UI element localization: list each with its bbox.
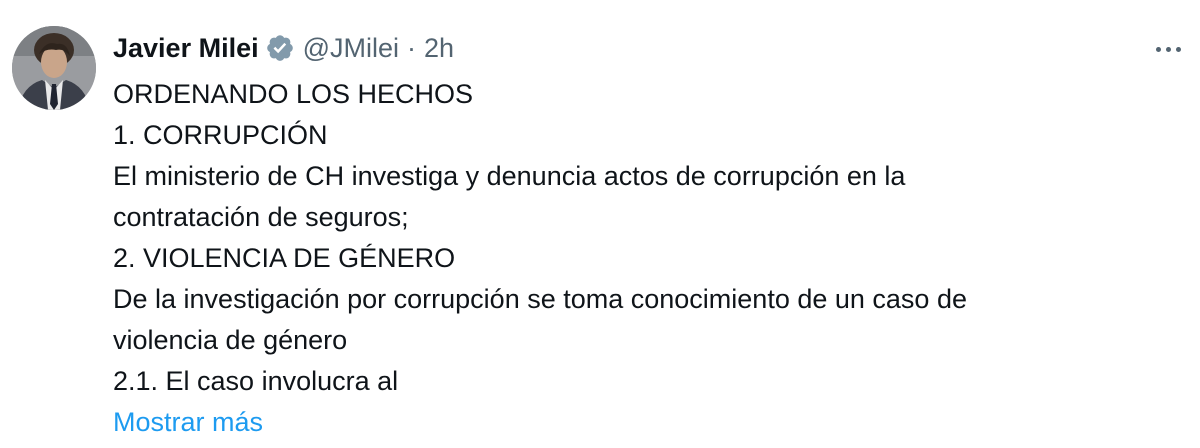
tweet-header: Javier Milei @JMilei · 2h — [113, 30, 454, 66]
tweet-line: 2. VIOLENCIA DE GÉNERO — [113, 243, 456, 273]
verified-badge-icon — [265, 33, 295, 63]
tweet-line: contratación de seguros; — [113, 202, 409, 232]
more-options-button[interactable] — [1146, 34, 1190, 64]
tweet-line: ORDENANDO LOS HECHOS — [113, 79, 474, 109]
tweet-line: El ministerio de CH investiga y denuncia… — [113, 161, 906, 191]
tweet-text: ORDENANDO LOS HECHOS 1. CORRUPCIÓN El mi… — [113, 74, 1183, 443]
tweet-line: 1. CORRUPCIÓN — [113, 120, 328, 150]
separator-dot: · — [407, 32, 417, 63]
tweet[interactable]: Javier Milei @JMilei · 2h ORDENANDO LOS … — [0, 0, 1200, 448]
tweet-line: De la investigación por corrupción se to… — [113, 284, 967, 314]
more-horizontal-icon — [1155, 46, 1161, 52]
avatar[interactable] — [12, 26, 96, 110]
tweet-line: violencia de género — [113, 325, 348, 355]
tweet-timestamp[interactable]: 2h — [424, 33, 454, 64]
show-more-link[interactable]: Mostrar más — [113, 402, 1183, 443]
more-horizontal-icon-dot — [1165, 46, 1171, 52]
avatar-image — [12, 26, 96, 110]
author-handle[interactable]: @JMilei — [303, 33, 399, 64]
tweet-line: 2.1. El caso involucra al — [113, 366, 399, 396]
author-display-name[interactable]: Javier Milei — [113, 33, 259, 64]
more-horizontal-icon-dot — [1175, 46, 1181, 52]
